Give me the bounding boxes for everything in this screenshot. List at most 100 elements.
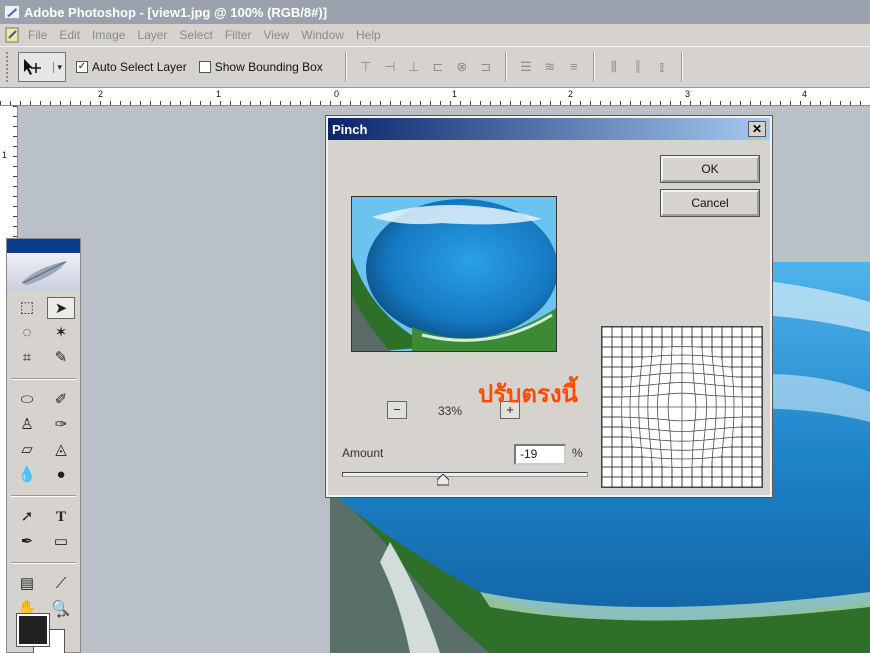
align-right-edges-icon[interactable]: ⊐ <box>477 58 495 76</box>
close-icon[interactable]: ✕ <box>748 121 766 137</box>
horizontal-ruler[interactable]: 2 1 0 1 2 3 4 <box>0 88 870 106</box>
filter-preview[interactable] <box>351 196 557 352</box>
move-tool-icon[interactable]: ➤ <box>47 297 75 319</box>
eraser-tool-icon[interactable]: ▱ <box>13 439 41 461</box>
menu-layer[interactable]: Layer <box>137 28 167 42</box>
app-title-bar: Adobe Photoshop - [view1.jpg @ 100% (RGB… <box>0 0 870 24</box>
ruler-number: 2 <box>568 89 574 99</box>
options-bar-grip[interactable] <box>6 52 12 82</box>
zoom-out-button[interactable]: − <box>387 401 407 419</box>
show-bounding-box-box[interactable] <box>198 61 211 73</box>
menu-image[interactable]: Image <box>92 28 125 42</box>
amount-unit: % <box>572 446 583 460</box>
options-separator <box>344 52 347 82</box>
distribute-right-icon[interactable]: ⫾ <box>653 58 671 76</box>
auto-select-layer-checkbox[interactable]: ✓ Auto Select Layer <box>76 60 187 74</box>
eyedropper-tool-icon[interactable]: ⟋ <box>47 573 75 595</box>
menu-view[interactable]: View <box>263 28 289 42</box>
auto-select-layer-box[interactable]: ✓ <box>76 61 88 73</box>
amount-label: Amount <box>342 446 384 460</box>
toolbox-separator <box>11 378 76 380</box>
menu-bar: File Edit Image Layer Select Filter View… <box>0 24 870 46</box>
toolbox-separator <box>11 562 76 564</box>
menu-help[interactable]: Help <box>356 28 381 42</box>
type-tool-icon[interactable]: T <box>47 506 75 528</box>
ruler-number: 4 <box>802 89 808 99</box>
path-selection-tool-icon[interactable]: ➚ <box>13 506 41 528</box>
healing-brush-tool-icon[interactable]: ⬭ <box>13 389 41 411</box>
menu-edit[interactable]: Edit <box>59 28 80 42</box>
ruler-number: 0 <box>334 89 340 99</box>
ruler-number: 1 <box>452 89 458 99</box>
amount-field[interactable]: -19 <box>514 444 566 465</box>
distribute-bottom-icon[interactable]: ≡ <box>565 58 583 76</box>
pinch-grid-preview <box>601 326 763 488</box>
tool-grid: ⬚ ➤ ◌ ✶ ⌗ ✎ <box>7 291 80 375</box>
foreground-color-swatch[interactable] <box>16 613 50 647</box>
history-brush-tool-icon[interactable]: ✑ <box>47 414 75 436</box>
dialog-title-bar[interactable]: Pinch ✕ <box>328 118 770 140</box>
feather-icon <box>20 261 67 285</box>
align-top-edges-icon[interactable]: ⊤ <box>357 58 375 76</box>
ruler-number: 1 <box>216 89 222 99</box>
menu-file[interactable]: File <box>28 28 47 42</box>
tool-grid: ➚ T ✒ ▭ <box>7 500 80 559</box>
zoom-level: 33% <box>438 404 463 418</box>
pinch-dialog: Pinch ✕ OK Cancel − 33% + ปรับตรงนี้ Amo… <box>325 115 773 498</box>
align-bottom-edges-icon[interactable]: ⊥ <box>405 58 423 76</box>
chevron-down-icon: ▾ <box>53 61 62 73</box>
lasso-tool-icon[interactable]: ◌ <box>13 322 41 344</box>
ok-button[interactable]: OK <box>660 155 760 183</box>
distribute-left-icon[interactable]: ⫼ <box>605 58 623 76</box>
menu-window[interactable]: Window <box>301 28 344 42</box>
ruler-number: 1 <box>2 150 8 160</box>
ruler-number: 3 <box>685 89 691 99</box>
options-separator <box>504 52 507 82</box>
toolbox-header <box>7 253 80 291</box>
menu-select[interactable]: Select <box>179 28 212 42</box>
align-buttons: ⊤ ⊣ ⊥ ⊏ ⊗ ⊐ <box>357 58 495 76</box>
rectangle-tool-icon[interactable]: ▭ <box>47 531 75 553</box>
distribute-vertical-buttons: ☰ ≋ ≡ <box>517 58 583 76</box>
ruler-number: 2 <box>98 89 104 99</box>
align-horizontal-centers-icon[interactable]: ⊗ <box>453 58 471 76</box>
brush-tool-icon[interactable]: ✐ <box>47 389 75 411</box>
amount-slider-thumb[interactable] <box>437 474 449 486</box>
clone-stamp-tool-icon[interactable]: ♙ <box>13 414 41 436</box>
swap-colors-icon[interactable]: ↩ <box>57 611 65 622</box>
distribute-center-icon[interactable]: ≋ <box>541 58 559 76</box>
window-title: Adobe Photoshop - [view1.jpg @ 100% (RGB… <box>24 4 328 20</box>
options-bar: ▾ ✓ Auto Select Layer Show Bounding Box … <box>0 46 870 88</box>
document-icon[interactable] <box>4 27 22 43</box>
options-separator <box>592 52 595 82</box>
crop-tool-icon[interactable]: ⌗ <box>13 347 41 369</box>
options-separator <box>680 52 683 82</box>
distribute-top-icon[interactable]: ☰ <box>517 58 535 76</box>
amount-slider-track[interactable] <box>342 472 588 477</box>
magic-wand-tool-icon[interactable]: ✶ <box>47 322 75 344</box>
align-vertical-centers-icon[interactable]: ⊣ <box>381 58 399 76</box>
toolbox-separator <box>11 495 76 497</box>
dodge-tool-icon[interactable]: ● <box>47 464 75 486</box>
preview-photo <box>352 197 556 351</box>
align-left-edges-icon[interactable]: ⊏ <box>429 58 447 76</box>
toolbox-panel: ⬚ ➤ ◌ ✶ ⌗ ✎ ⬭ ✐ ♙ ✑ ▱ ◬ 💧 ● ➚ T ✒ ▭ ▤ ⟋ … <box>6 238 81 653</box>
blur-tool-icon[interactable]: 💧 <box>13 464 41 486</box>
slice-tool-icon[interactable]: ✎ <box>47 347 75 369</box>
distribute-hcenter-icon[interactable]: ⫿ <box>629 58 647 76</box>
photoshop-feather-icon <box>5 6 19 18</box>
toolbox-title-bar[interactable] <box>7 239 80 253</box>
cancel-button[interactable]: Cancel <box>660 189 760 217</box>
tool-grid: ⬭ ✐ ♙ ✑ ▱ ◬ 💧 ● <box>7 383 80 492</box>
show-bounding-box-label: Show Bounding Box <box>214 60 323 74</box>
notes-tool-icon[interactable]: ▤ <box>13 573 41 595</box>
annotation-text: ปรับตรงนี้ <box>478 380 578 408</box>
dialog-title: Pinch <box>332 121 368 137</box>
marquee-tool-icon[interactable]: ⬚ <box>13 297 41 319</box>
pen-tool-icon[interactable]: ✒ <box>13 531 41 553</box>
distribute-horizontal-buttons: ⫼ ⫿ ⫾ <box>605 58 671 76</box>
paint-bucket-tool-icon[interactable]: ◬ <box>47 439 75 461</box>
tool-preset-picker[interactable]: ▾ <box>18 52 66 82</box>
menu-filter[interactable]: Filter <box>225 28 252 42</box>
show-bounding-box-checkbox[interactable]: Show Bounding Box <box>198 60 323 74</box>
